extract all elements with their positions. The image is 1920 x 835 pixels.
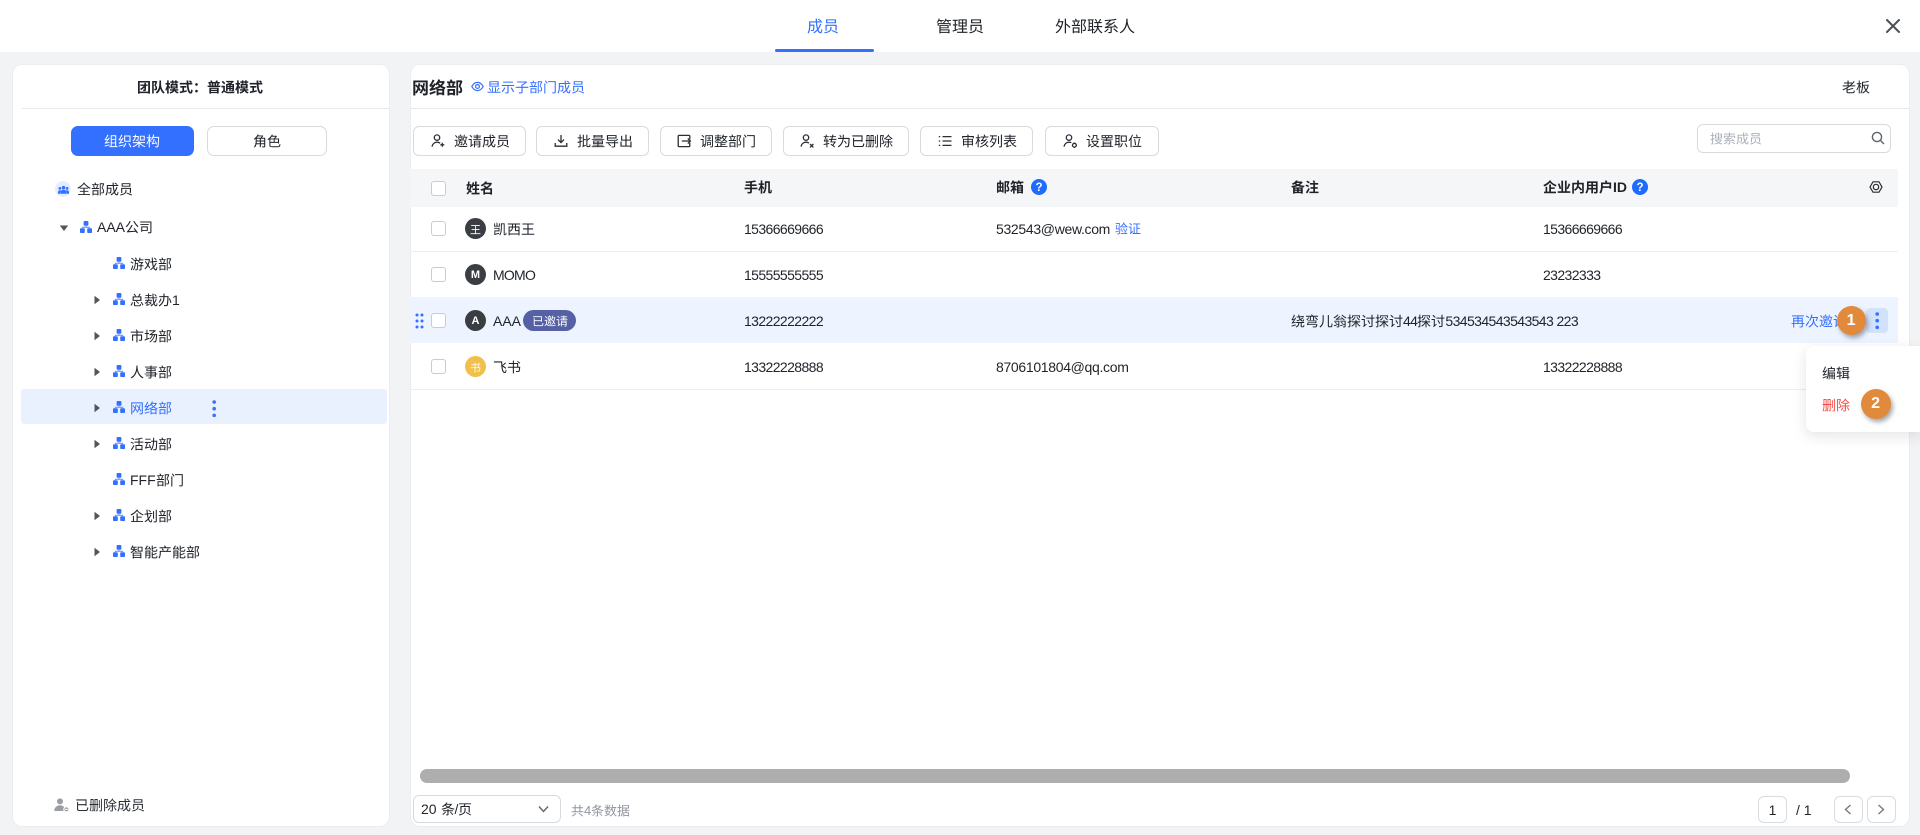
svg-text:?: ?	[1035, 182, 1042, 194]
svg-text:?: ?	[1636, 182, 1643, 194]
